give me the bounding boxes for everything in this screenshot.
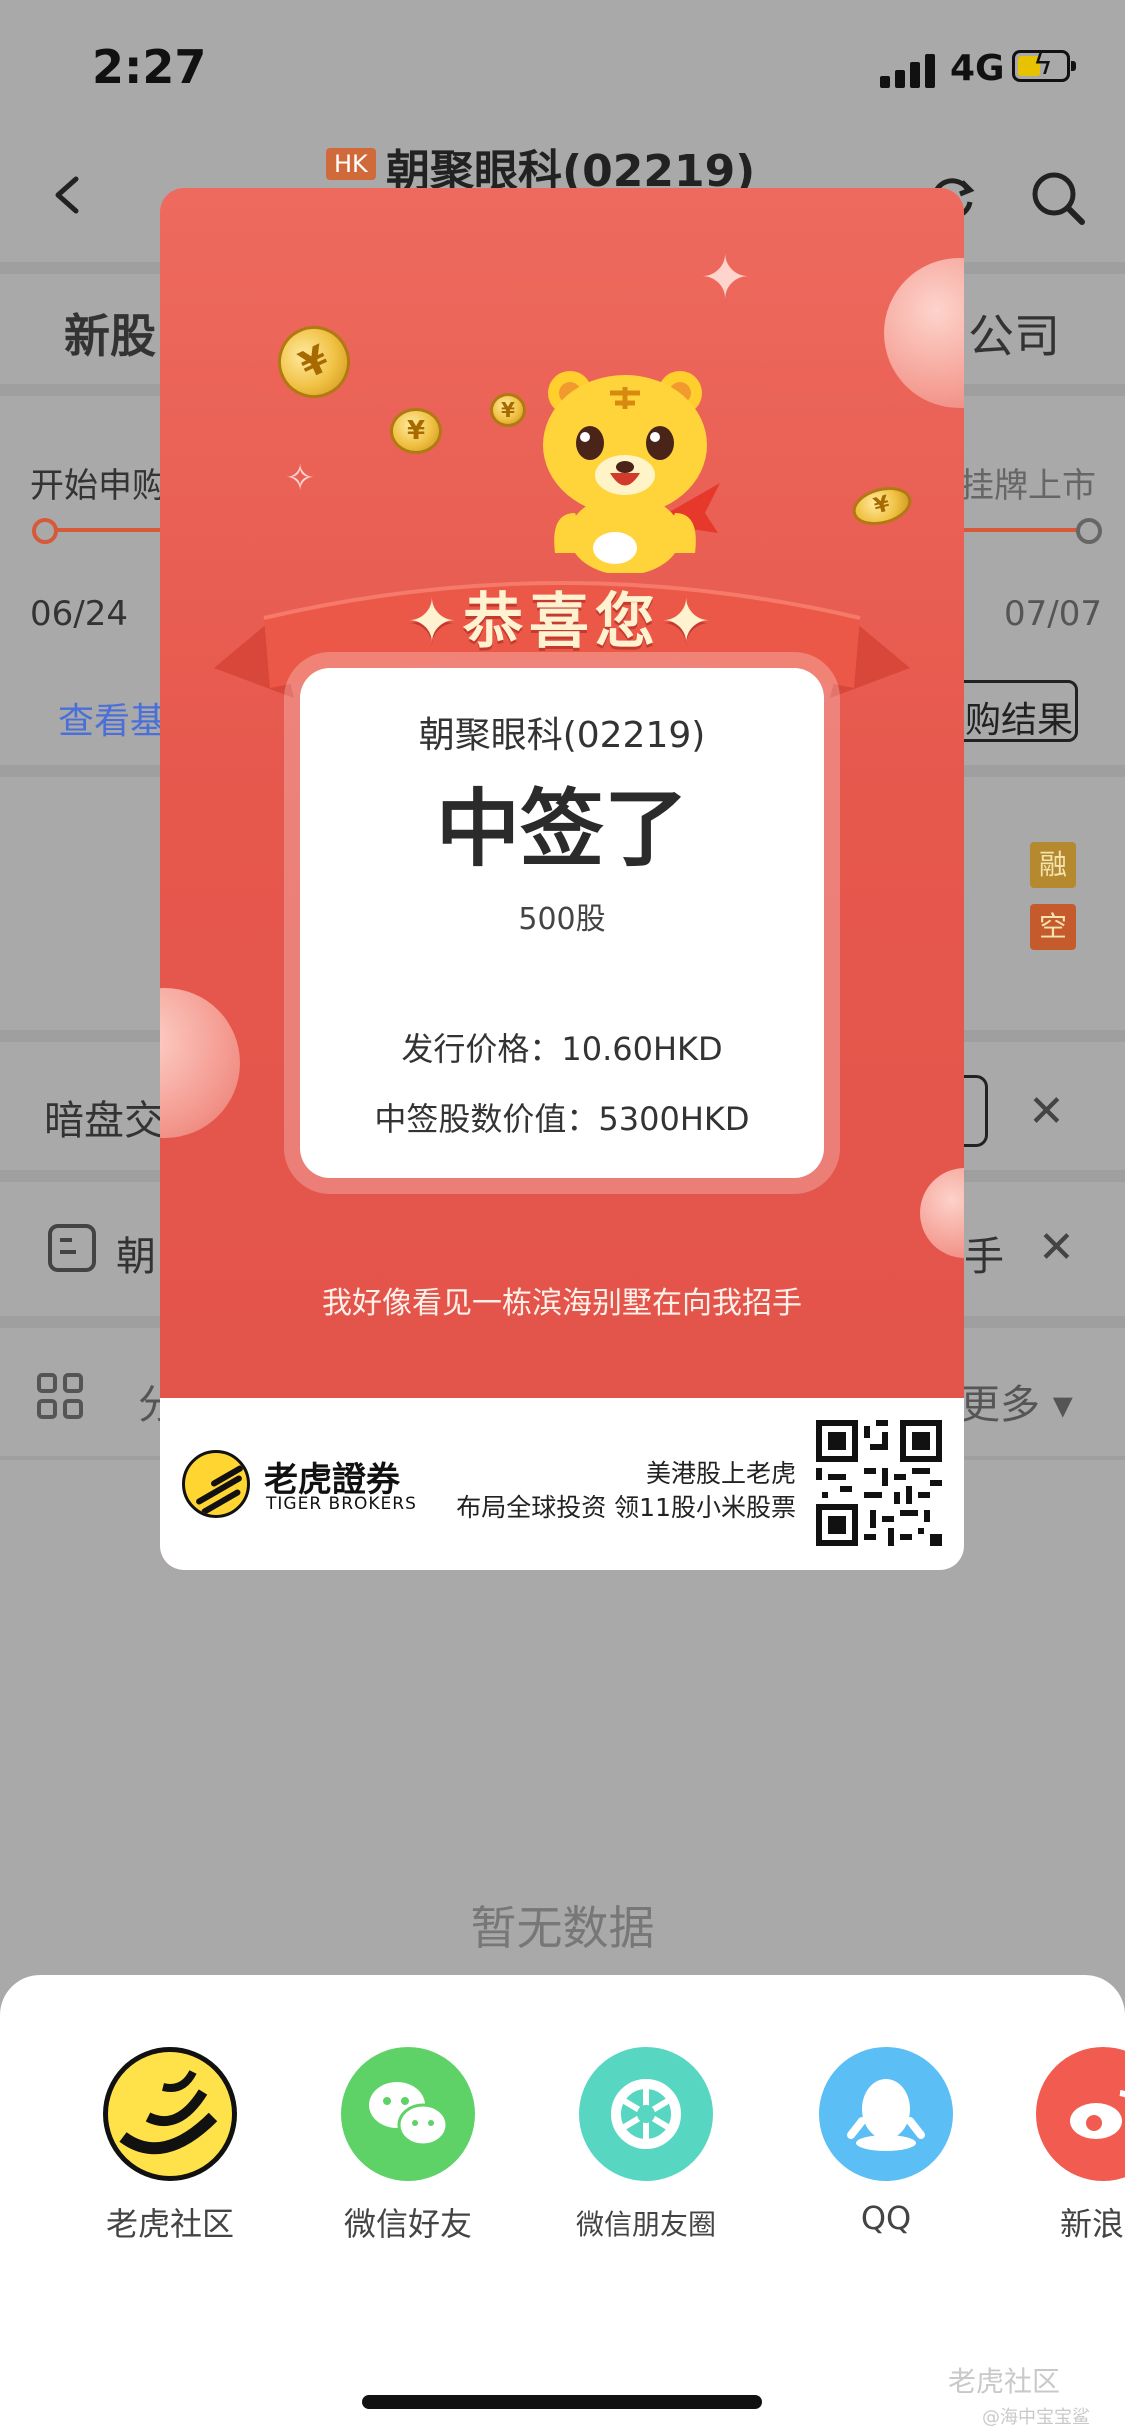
status-bar: 2:27 4G ϟ xyxy=(0,0,1125,140)
tab-ipo[interactable]: 新股 xyxy=(64,300,156,366)
stock-row-label: 朝 xyxy=(116,1234,156,1280)
stock-name: 朝聚眼科(02219) xyxy=(418,715,706,756)
issue-price: 发行价格：10.60HKD xyxy=(401,1030,723,1068)
signal-icon xyxy=(880,52,940,88)
card-footer: 老虎證券 TIGER BROKERS 美港股上老虎 布局全球投资 领11股小米股… xyxy=(160,1398,964,1570)
watermark-user: @海中宝宝鲨 xyxy=(982,2407,1090,2428)
decor-bubble xyxy=(160,988,240,1138)
share-qq[interactable]: QQ xyxy=(796,2047,976,2237)
coin-icon: ¥ xyxy=(390,408,442,454)
qq-icon xyxy=(819,2047,953,2181)
short-tag: 空 xyxy=(1030,904,1076,950)
share-tiger-community[interactable]: 老虎社区 xyxy=(80,2047,260,2245)
ad-line-2: 布局全球投资 领11股小米股票 xyxy=(456,1493,796,1522)
home-indicator[interactable] xyxy=(362,2395,762,2409)
result-panel: 朝聚眼科(02219) 中签了 500股 发行价格：10.60HKD 中签股数价… xyxy=(300,668,824,1178)
share-weibo[interactable]: 新浪 xyxy=(1036,2047,1125,2245)
tiger-mascot-icon xyxy=(543,371,720,573)
coin-icon: ¥ xyxy=(266,314,362,410)
sparkle-icon: ✦ xyxy=(700,243,751,313)
ad-line-1: 美港股上老虎 xyxy=(645,1459,796,1488)
no-data-text: 暂无数据 xyxy=(470,1901,655,1955)
qr-code xyxy=(816,1420,942,1546)
dark-pool-label: 暗盘交 xyxy=(44,1098,164,1144)
congrats-title: ✦恭喜您✦ xyxy=(406,587,718,657)
allotment-value: 中签股数价值：5300HKD xyxy=(374,1100,750,1138)
share-wechat[interactable]: 微信好友 xyxy=(318,2047,498,2245)
tiger-community-icon xyxy=(103,2047,237,2181)
back-icon[interactable] xyxy=(48,175,88,215)
battery-icon: ϟ xyxy=(1012,47,1076,82)
wechat-icon xyxy=(341,2047,475,2181)
allotment-headline: 中签了 xyxy=(435,780,688,878)
share-label: 老虎社区 xyxy=(105,2205,234,2243)
grid-icon[interactable] xyxy=(36,1372,84,1420)
stock-row-right: 手 xyxy=(964,1234,1004,1280)
stage-end-label: 挂牌上市 xyxy=(960,466,1096,506)
coin-icon: ¥ xyxy=(490,393,526,427)
close-icon[interactable]: ✕ xyxy=(1038,1222,1075,1273)
watermark: 老虎社区 xyxy=(948,2365,1061,2398)
sparkle-icon: ✧ xyxy=(285,458,316,499)
share-label: 微信好友 xyxy=(343,2205,472,2243)
share-label: 新浪 xyxy=(1060,2205,1125,2243)
date-start: 06/24 xyxy=(30,594,128,634)
share-label: 微信朋友圈 xyxy=(575,2208,716,2241)
allotment-result-button[interactable]: 购结果 xyxy=(944,680,1078,742)
decor-bubble xyxy=(920,1168,964,1258)
date-end: 07/07 xyxy=(1004,594,1102,634)
tab-company[interactable]: 公司 xyxy=(968,300,1060,366)
share-label: QQ xyxy=(860,2199,912,2237)
document-icon xyxy=(48,1224,96,1272)
card-slogan: 我好像看见一栋滨海别墅在向我招手 xyxy=(322,1286,802,1321)
allotted-shares: 500股 xyxy=(518,902,606,937)
share-moments[interactable]: 微信朋友圈 xyxy=(556,2047,736,2243)
margin-tag: 融 xyxy=(1030,842,1076,888)
search-icon[interactable] xyxy=(1030,170,1086,226)
close-icon[interactable]: ✕ xyxy=(1028,1086,1065,1137)
coin-icon: ¥ xyxy=(848,480,916,532)
tiger-brokers-logo-icon xyxy=(182,1450,250,1518)
decor-bubble xyxy=(884,258,964,408)
share-sheet: 老虎社区 微信好友 微信朋友圈 QQ 新浪 老虎社区 @海中宝宝鲨 xyxy=(0,1975,1125,2436)
more-button[interactable]: 更多 ▾ xyxy=(960,1372,1073,1430)
status-time: 2:27 xyxy=(92,40,207,94)
market-badge: HK xyxy=(326,148,376,180)
network-type: 4G xyxy=(950,48,1005,89)
stage-start-label: 开始申购 xyxy=(30,466,166,506)
brand-name-en: TIGER BROKERS xyxy=(266,1494,417,1514)
wechat-moments-icon xyxy=(579,2047,713,2181)
view-basics-link[interactable]: 查看基 xyxy=(58,692,166,744)
ipo-win-card: ✦ ✧ ¥ ¥ ¥ ¥ ✦恭喜您✦ 朝聚眼科(02219) 中签了 500股 发… xyxy=(160,188,964,1570)
weibo-icon xyxy=(1036,2047,1125,2181)
